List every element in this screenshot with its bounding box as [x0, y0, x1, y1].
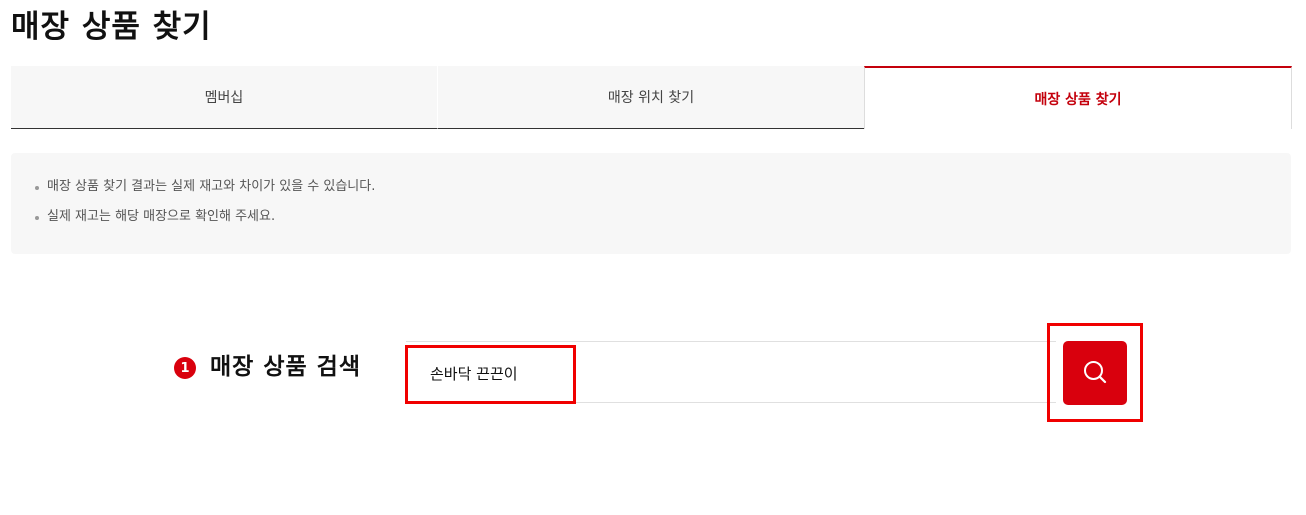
tab-store-product-search[interactable]: 매장 상품 찾기 — [864, 66, 1292, 129]
notice-list: 매장 상품 찾기 결과는 실제 재고와 차이가 있을 수 있습니다. 실제 재고… — [11, 153, 1291, 227]
page-title: 매장 상품 찾기 — [11, 9, 212, 45]
search-label: 매장 상품 검색 — [210, 354, 361, 380]
page: 매장 상품 찾기 멤버십 매장 위치 찾기 매장 상품 찾기 매장 상품 찾기 … — [0, 0, 1306, 515]
notice-item: 실제 재고는 해당 매장으로 확인해 주세요. — [35, 207, 1291, 227]
search-field — [406, 341, 1056, 403]
notice-box: 매장 상품 찾기 결과는 실제 재고와 차이가 있을 수 있습니다. 실제 재고… — [11, 153, 1291, 254]
search-icon — [1082, 359, 1108, 388]
tab-bar: 멤버십 매장 위치 찾기 매장 상품 찾기 — [11, 66, 1292, 130]
tab-label: 매장 위치 찾기 — [607, 90, 695, 106]
notice-item: 매장 상품 찾기 결과는 실제 재고와 차이가 있을 수 있습니다. — [35, 177, 1291, 197]
search-input[interactable] — [430, 354, 1030, 392]
search-button[interactable] — [1063, 341, 1127, 405]
tab-store-location[interactable]: 매장 위치 찾기 — [437, 66, 864, 129]
step-badge: 1 — [174, 357, 196, 379]
tab-label: 매장 상품 찾기 — [1034, 91, 1122, 108]
tab-label: 멤버십 — [204, 90, 244, 106]
tab-membership[interactable]: 멤버십 — [11, 66, 437, 129]
